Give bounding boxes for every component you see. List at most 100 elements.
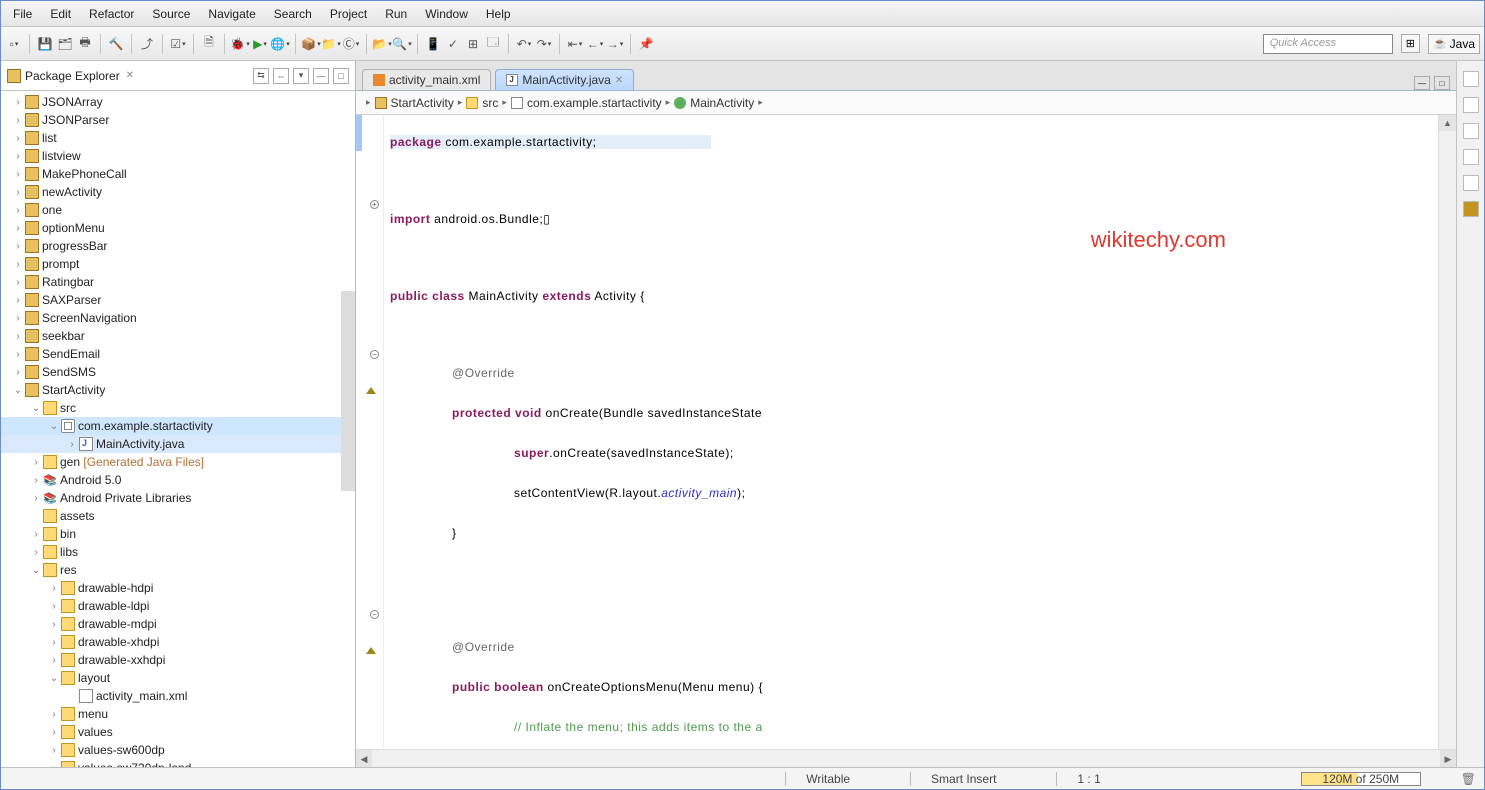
tree-drawable-folder[interactable]: drawable-xxhdpi bbox=[78, 653, 165, 667]
tree-values-folder[interactable]: values-sw720dp-land bbox=[78, 761, 191, 767]
breadcrumb-src[interactable]: src bbox=[482, 96, 498, 110]
bookmark-icon[interactable] bbox=[1463, 149, 1479, 165]
menu-project[interactable]: Project bbox=[322, 5, 375, 23]
tree-bin-folder[interactable]: bin bbox=[60, 527, 76, 541]
tree-drawable-folder[interactable]: drawable-mdpi bbox=[78, 617, 157, 631]
new-button[interactable]: ▫ bbox=[5, 35, 23, 53]
tree-drawable-folder[interactable]: drawable-ldpi bbox=[78, 599, 149, 613]
open-type-button[interactable]: 🗎 bbox=[200, 35, 218, 53]
tree-layout-folder[interactable]: layout bbox=[78, 671, 110, 685]
skip-button[interactable]: ⤴ bbox=[138, 35, 156, 53]
prev-annotation-button[interactable]: ↶ bbox=[515, 35, 533, 53]
tree-project[interactable]: one bbox=[42, 203, 62, 217]
project-tree[interactable]: ›JSONArray ›JSONParser ›list ›listview ›… bbox=[1, 91, 355, 767]
editor-gutter[interactable]: + − − bbox=[356, 115, 384, 749]
pin-button[interactable]: 📌 bbox=[637, 35, 655, 53]
editor-horizontal-scrollbar[interactable]: ◀▶ bbox=[356, 749, 1456, 767]
breadcrumb-class[interactable]: MainActivity bbox=[690, 96, 754, 110]
tree-project[interactable]: progressBar bbox=[42, 239, 107, 253]
menu-source[interactable]: Source bbox=[144, 5, 198, 23]
menu-file[interactable]: File bbox=[5, 5, 40, 23]
menu-run[interactable]: Run bbox=[377, 5, 415, 23]
fold-marker[interactable]: + bbox=[370, 200, 379, 209]
close-icon[interactable]: ✕ bbox=[126, 70, 134, 81]
ddms-button[interactable]: 🗔 bbox=[484, 35, 502, 53]
tree-project-startactivity[interactable]: StartActivity bbox=[42, 383, 105, 397]
gc-button[interactable]: 🗑 bbox=[1461, 772, 1476, 786]
tree-package[interactable]: com.example.startactivity bbox=[78, 419, 213, 433]
menu-navigate[interactable]: Navigate bbox=[200, 5, 263, 23]
tree-assets-folder[interactable]: assets bbox=[60, 509, 95, 523]
tree-menu-folder[interactable]: menu bbox=[78, 707, 108, 721]
forward-button[interactable]: → bbox=[606, 35, 624, 53]
menu-refactor[interactable]: Refactor bbox=[81, 5, 142, 23]
new-project-button[interactable]: 📦 bbox=[302, 35, 320, 53]
link-editor-button[interactable]: ⇔ bbox=[273, 68, 289, 84]
collapse-all-button[interactable]: ⇆ bbox=[253, 68, 269, 84]
lint-button[interactable]: ✓ bbox=[444, 35, 462, 53]
print-button[interactable]: 🖶 bbox=[76, 35, 94, 53]
build-button[interactable]: 🔨 bbox=[107, 35, 125, 53]
debug-button[interactable]: 🐞 bbox=[231, 35, 249, 53]
external-tools-button[interactable]: 🌐 bbox=[271, 35, 289, 53]
tree-project[interactable]: SAXParser bbox=[42, 293, 101, 307]
save-all-button[interactable]: 🗂 bbox=[56, 35, 74, 53]
fold-marker[interactable]: − bbox=[370, 610, 379, 619]
declaration-icon[interactable] bbox=[1463, 175, 1479, 191]
tree-project[interactable]: MakePhoneCall bbox=[42, 167, 127, 181]
explorer-scrollbar[interactable] bbox=[341, 291, 355, 491]
quick-access-input[interactable]: Quick Access bbox=[1263, 34, 1393, 54]
tree-project[interactable]: newActivity bbox=[42, 185, 102, 199]
tree-project[interactable]: prompt bbox=[42, 257, 79, 271]
menu-help[interactable]: Help bbox=[478, 5, 519, 23]
tree-project[interactable]: SendSMS bbox=[42, 365, 96, 379]
tree-android-lib[interactable]: Android 5.0 bbox=[60, 473, 121, 487]
open-folder-button[interactable]: 📂 bbox=[373, 35, 391, 53]
task-list-icon[interactable] bbox=[1463, 97, 1479, 113]
tree-private-lib[interactable]: Android Private Libraries bbox=[60, 491, 191, 505]
tree-project[interactable]: JSONParser bbox=[42, 113, 109, 127]
tree-src-folder[interactable]: src bbox=[60, 401, 76, 415]
back-button[interactable]: ← bbox=[586, 35, 604, 53]
outline-icon[interactable] bbox=[1463, 71, 1479, 87]
memory-bar[interactable]: 120M of 250M bbox=[1301, 772, 1421, 786]
menu-window[interactable]: Window bbox=[417, 5, 476, 23]
save-button[interactable]: 💾 bbox=[36, 35, 54, 53]
next-annotation-button[interactable]: ↷ bbox=[535, 35, 553, 53]
menu-edit[interactable]: Edit bbox=[42, 5, 79, 23]
tab-close-icon[interactable]: ✕ bbox=[615, 75, 623, 86]
code-editor[interactable]: + − − package com.example.startactivity;… bbox=[356, 115, 1456, 749]
tree-libs-folder[interactable]: libs bbox=[60, 545, 78, 559]
tree-gen-folder[interactable]: gen bbox=[60, 455, 80, 469]
last-edit-button[interactable]: ⇤ bbox=[566, 35, 584, 53]
tree-project[interactable]: list bbox=[42, 131, 57, 145]
run-button[interactable]: ▶ bbox=[251, 35, 269, 53]
layout-button[interactable]: ⊞ bbox=[464, 35, 482, 53]
new-class-button[interactable]: Ⓒ bbox=[342, 35, 360, 53]
tree-project[interactable]: SendEmail bbox=[42, 347, 100, 361]
tree-project[interactable]: ScreenNavigation bbox=[42, 311, 137, 325]
editor-vertical-scrollbar[interactable]: ▲ bbox=[1438, 115, 1456, 749]
tree-mainactivity-file[interactable]: MainActivity.java bbox=[96, 437, 184, 451]
open-perspective-button[interactable]: ⊞ bbox=[1401, 34, 1420, 53]
tree-values-folder[interactable]: values bbox=[78, 725, 113, 739]
phone-button[interactable]: 📱 bbox=[424, 35, 442, 53]
tab-activity-main-xml[interactable]: activity_main.xml bbox=[362, 69, 491, 90]
fold-marker[interactable]: − bbox=[370, 350, 379, 359]
tree-values-folder[interactable]: values-sw600dp bbox=[78, 743, 165, 757]
breadcrumb-bar[interactable]: ▸StartActivity▸ src▸ com.example.startac… bbox=[356, 91, 1456, 115]
tree-layout-file[interactable]: activity_main.xml bbox=[96, 689, 187, 703]
tree-drawable-folder[interactable]: drawable-xhdpi bbox=[78, 635, 159, 649]
editor-maximize-button[interactable]: □ bbox=[1434, 76, 1450, 90]
tree-project[interactable]: listview bbox=[42, 149, 81, 163]
tree-project[interactable]: seekbar bbox=[42, 329, 85, 343]
search-button[interactable]: 🔍 bbox=[393, 35, 411, 53]
tree-project[interactable]: JSONArray bbox=[42, 95, 103, 109]
link-icon[interactable] bbox=[1463, 123, 1479, 139]
maximize-button[interactable]: □ bbox=[333, 68, 349, 84]
binoculars-icon[interactable] bbox=[1463, 201, 1479, 217]
java-perspective-button[interactable]: ☕ Java bbox=[1428, 34, 1480, 54]
view-menu-button[interactable]: ▾ bbox=[293, 68, 309, 84]
checkbox-button[interactable]: ☑ bbox=[169, 35, 187, 53]
tree-drawable-folder[interactable]: drawable-hdpi bbox=[78, 581, 153, 595]
